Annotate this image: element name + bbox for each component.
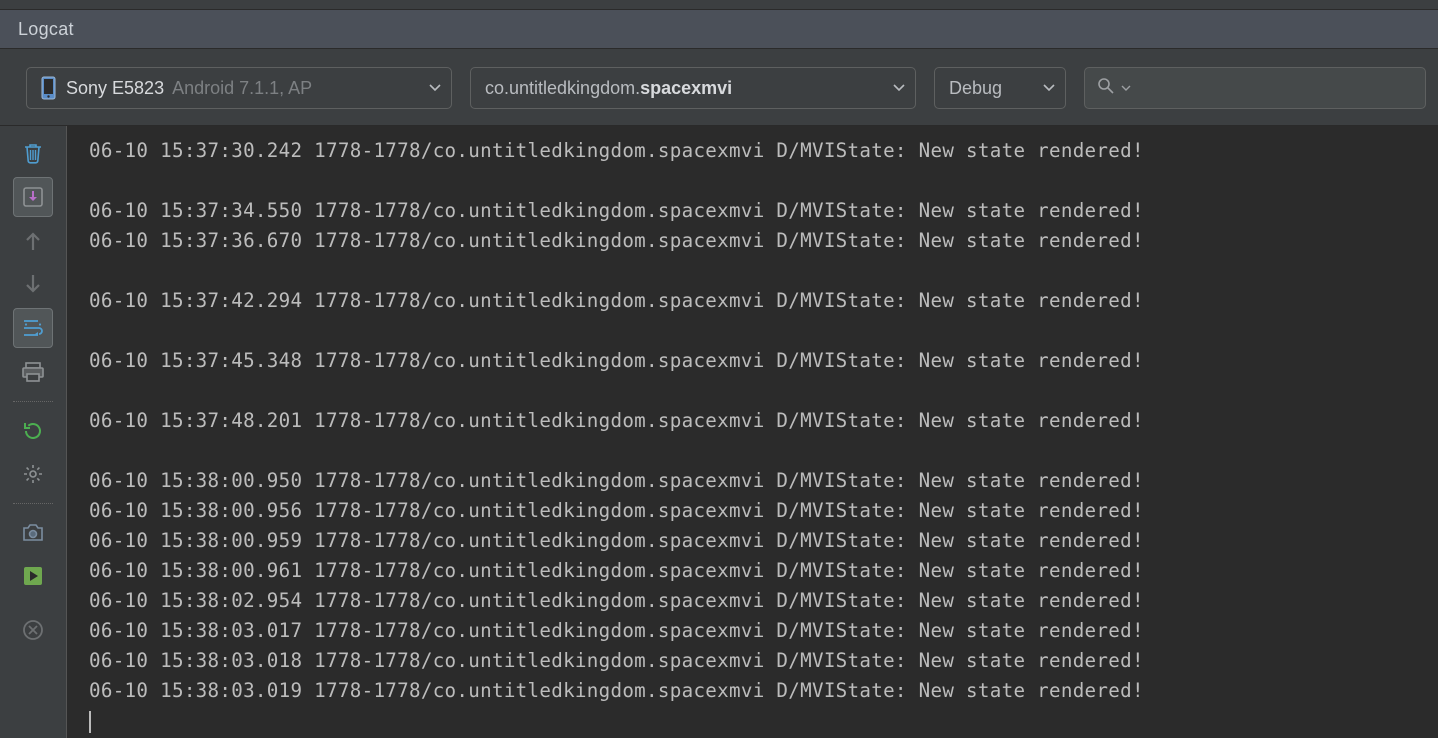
caret-down-icon [1121, 85, 1137, 92]
print-button[interactable] [14, 353, 52, 391]
scroll-to-end-icon [21, 185, 45, 209]
clear-log-button[interactable] [14, 134, 52, 172]
trash-icon [22, 141, 44, 165]
top-spacer [0, 0, 1438, 10]
search-icon [1097, 77, 1121, 100]
previous-occurrence-button[interactable] [14, 222, 52, 260]
next-occurrence-button[interactable] [14, 265, 52, 303]
phone-icon [41, 76, 56, 100]
settings-icon [22, 463, 44, 485]
clear-icon [22, 619, 44, 641]
search-input[interactable] [1084, 67, 1426, 109]
log-line [89, 166, 1428, 196]
restart-icon [22, 420, 44, 442]
screenshot-button[interactable] [14, 514, 52, 552]
caret-down-icon [893, 84, 905, 92]
terminate-button[interactable] [14, 611, 52, 649]
log-line: 06-10 15:38:03.018 1778-1778/co.untitled… [89, 646, 1428, 676]
panel-title-bar: Logcat [0, 10, 1438, 49]
log-line: 06-10 15:37:36.670 1778-1778/co.untitled… [89, 226, 1428, 256]
log-line: 06-10 15:38:00.961 1778-1778/co.untitled… [89, 556, 1428, 586]
loglevel-dropdown[interactable]: Debug [934, 67, 1066, 109]
log-output[interactable]: 06-10 15:37:30.242 1778-1778/co.untitled… [67, 126, 1438, 738]
log-line: 06-10 15:37:48.201 1778-1778/co.untitled… [89, 406, 1428, 436]
log-line: 06-10 15:38:03.019 1778-1778/co.untitled… [89, 676, 1428, 706]
divider [13, 401, 53, 402]
log-line: 06-10 15:37:45.348 1778-1778/co.untitled… [89, 346, 1428, 376]
caret-down-icon [1043, 84, 1055, 92]
arrow-down-icon [23, 273, 43, 295]
log-line: 06-10 15:37:42.294 1778-1778/co.untitled… [89, 286, 1428, 316]
divider [13, 503, 53, 504]
log-line: 06-10 15:38:00.956 1778-1778/co.untitled… [89, 496, 1428, 526]
loglevel-label: Debug [949, 78, 1002, 99]
device-name: Sony E5823 [66, 78, 164, 99]
log-line: 06-10 15:38:03.017 1778-1778/co.untitled… [89, 616, 1428, 646]
log-line [89, 256, 1428, 286]
scroll-to-end-button[interactable] [13, 177, 53, 217]
log-line [89, 376, 1428, 406]
print-icon [21, 361, 45, 383]
panel-title: Logcat [18, 19, 74, 40]
log-line [89, 316, 1428, 346]
logcat-side-toolbar [0, 126, 67, 738]
soft-wrap-button[interactable] [13, 308, 53, 348]
restart-button[interactable] [14, 412, 52, 450]
device-sub: Android 7.1.1, AP [172, 78, 312, 99]
screen-record-icon [22, 565, 44, 587]
process-prefix: co.untitledkingdom. [485, 78, 640, 99]
device-dropdown[interactable]: Sony E5823 Android 7.1.1, AP [26, 67, 452, 109]
caret-down-icon [429, 84, 441, 92]
process-dropdown[interactable]: co.untitledkingdom.spacexmvi [470, 67, 916, 109]
log-line: 06-10 15:38:00.959 1778-1778/co.untitled… [89, 526, 1428, 556]
logcat-toolbar: Sony E5823 Android 7.1.1, AP co.untitled… [0, 49, 1438, 126]
soft-wrap-icon [21, 317, 45, 339]
settings-button[interactable] [14, 455, 52, 493]
log-line [89, 436, 1428, 466]
log-line: 06-10 15:38:00.950 1778-1778/co.untitled… [89, 466, 1428, 496]
screen-record-button[interactable] [14, 557, 52, 595]
log-line: 06-10 15:37:30.242 1778-1778/co.untitled… [89, 136, 1428, 166]
screenshot-icon [21, 523, 45, 543]
arrow-up-icon [23, 230, 43, 252]
process-name: spacexmvi [640, 78, 732, 99]
log-line: 06-10 15:37:34.550 1778-1778/co.untitled… [89, 196, 1428, 226]
log-line: 06-10 15:38:02.954 1778-1778/co.untitled… [89, 586, 1428, 616]
cursor-line [89, 706, 1428, 736]
